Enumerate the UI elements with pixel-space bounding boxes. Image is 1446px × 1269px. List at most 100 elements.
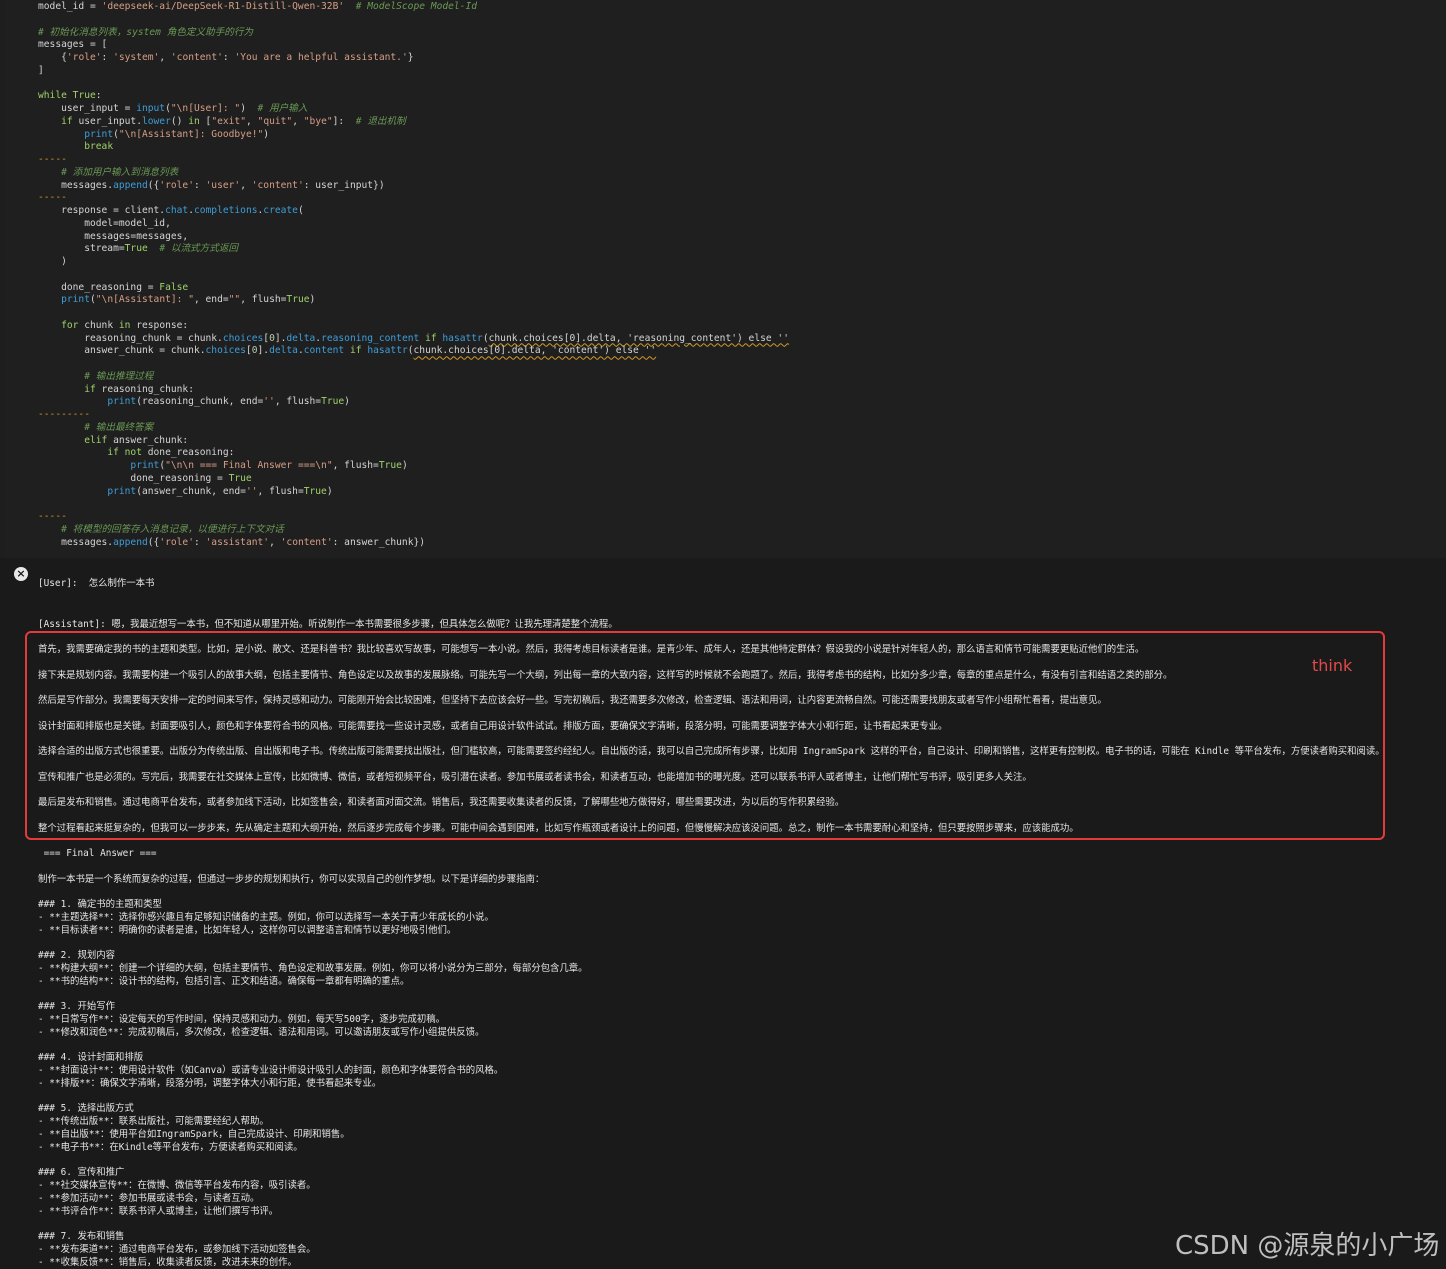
code-token: "\n[User]: " [170, 103, 241, 114]
code-token: : [95, 90, 102, 102]
cell-separator: ----- [38, 511, 67, 522]
code-token: user_input. [72, 115, 142, 127]
code-token: , [245, 115, 258, 127]
watermark: CSDN @源泉的小广场 [1175, 1231, 1440, 1261]
code-token: messages. [38, 179, 114, 191]
code-token: '' [263, 396, 275, 408]
code-token: True [378, 460, 402, 471]
code-line: model_id = 'deepseek-ai/DeepSeek-R1-Dist… [38, 1, 789, 14]
code-token: ) [309, 294, 316, 306]
output-line: - **构建大纲**：创建一个详细的大纲，包括主要情节、角色设定和故事发展。例如… [38, 963, 588, 974]
code-token: answer_chunk: [107, 434, 189, 446]
code-token: ]. [257, 345, 270, 357]
code-token: : user_input}) [303, 179, 385, 191]
code-cell[interactable]: model_id = 'deepseek-ai/DeepSeek-R1-Dist… [6, 0, 1446, 558]
code-line: # 输出最终答案 [38, 422, 789, 435]
code-line: answer_chunk = chunk.choices[0].delta.co… [38, 345, 789, 358]
output-line: 制作一本书是一个系统而复杂的过程，但通过一步步的规划和执行，你可以实现自己的创作… [38, 874, 545, 885]
code-token: create [263, 205, 298, 216]
code-line: if reasoning_chunk: [38, 384, 789, 397]
code-token: print [107, 396, 137, 408]
code-token: "" [228, 294, 241, 306]
code-token: ) [326, 485, 333, 497]
code-line: done_reasoning = True [38, 473, 789, 486]
code-token: messages. [38, 536, 114, 548]
code-line: print(reasoning_chunk, end='', flush=Tru… [38, 396, 789, 409]
code-line: print(answer_chunk, end='', flush=True) [38, 486, 789, 499]
code-line: elif answer_chunk: [38, 435, 789, 448]
code-token: completions [193, 205, 258, 216]
code-line: user_input = input("\n[User]: ") # 用户输入 [38, 103, 789, 116]
output-line: - **传统出版**：联系出版社，可能需要经纪人帮助。 [38, 1116, 269, 1127]
code-line: stream=True # 以流式方式返回 [38, 243, 789, 256]
code-token: model=model_id, [38, 217, 171, 229]
code-token: chunk.choices[0].delta, 'content') else … [413, 345, 657, 357]
close-circle-icon[interactable]: × [14, 567, 28, 581]
code-editor[interactable]: model_id = 'deepseek-ai/DeepSeek-R1-Dist… [38, 1, 789, 549]
code-token: : answer_chunk}) [332, 536, 426, 548]
code-token: choices [222, 332, 264, 344]
code-token: 'content' [280, 536, 333, 548]
output-line: - **修改和润色**：完成初稿后，多次修改，检查逻辑、语法和用词。可以邀请朋友… [38, 1027, 485, 1038]
output-line: ### 7. 发布和销售 [38, 1231, 125, 1242]
code-token: input [136, 103, 166, 114]
output-line: - **排版**：确保文字清晰，段落分明，调整字体大小和行距，使书看起来专业。 [38, 1078, 382, 1089]
code-token: hasattr [442, 332, 483, 344]
code-token: if [349, 345, 362, 357]
code-token: True [303, 485, 327, 497]
code-line: print("\n[Assistant]: Goodbye!") [38, 129, 789, 142]
code-token: print [107, 485, 137, 497]
code-token: True [321, 396, 345, 408]
code-line: ) [38, 256, 789, 269]
code-token: (answer_chunk, end= [136, 485, 246, 497]
code-token: ({ [147, 179, 160, 191]
code-token: 'system' [113, 52, 160, 63]
code-line: ​ [38, 78, 789, 91]
code-token: ) [263, 128, 270, 140]
code-line: response = client.chat.completions.creat… [38, 205, 789, 218]
output-line: ### 6. 宣传和推广 [38, 1167, 125, 1178]
code-token: ( [297, 205, 304, 216]
code-token: ({ [147, 536, 160, 548]
code-token: response: [130, 319, 189, 331]
code-token: , [292, 115, 304, 127]
code-line: print("\n\n === Final Answer ===\n", flu… [38, 460, 789, 473]
code-token: ]: [332, 115, 356, 127]
code-token: messages = [ [38, 39, 108, 51]
code-line: for chunk in response: [38, 320, 789, 333]
code-line: ​ [38, 358, 789, 371]
code-token: for [61, 319, 79, 331]
code-token: '' [245, 485, 258, 497]
code-token: done_reasoning = [38, 281, 160, 293]
code-line: ] [38, 65, 789, 78]
code-token: 'role' [159, 536, 194, 548]
output-line: - **自出版**：使用平台如IngramSpark，自己完成设计、印刷和销售。 [38, 1129, 350, 1140]
code-line: messages.append({'role': 'assistant', 'c… [38, 537, 789, 550]
code-token: messages=messages, [38, 230, 189, 242]
code-token: chunk.choices[0].delta, 'reasoning_conte… [488, 332, 789, 344]
code-token: 'content' [251, 179, 304, 191]
code-token: ) [240, 103, 258, 114]
code-token: "bye" [303, 115, 333, 127]
code-token: if not [107, 447, 142, 459]
code-line: model=model_id, [38, 218, 789, 231]
output-line: - **发布渠道**：通过电商平台发布，或参加线下活动如签售会。 [38, 1244, 316, 1255]
code-token: append [113, 179, 148, 191]
code-token: : [222, 52, 235, 63]
code-token: delta [286, 332, 316, 344]
code-line: messages=messages, [38, 231, 789, 244]
code-token: stream= [38, 243, 125, 255]
output-line: [User]: 怎么制作一本书 [38, 578, 155, 589]
code-line: if user_input.lower() in ["exit", "quit"… [38, 116, 789, 129]
code-line: messages.append({'role': 'user', 'conten… [38, 180, 789, 193]
code-token: ]. [274, 332, 287, 344]
code-token: , [269, 536, 281, 548]
output-line: ### 5. 选择出版方式 [38, 1103, 134, 1114]
output-line: ### 4. 设计封面和排版 [38, 1052, 144, 1063]
code-token: done_reasoning: [141, 447, 235, 459]
code-token: ) [38, 256, 67, 267]
